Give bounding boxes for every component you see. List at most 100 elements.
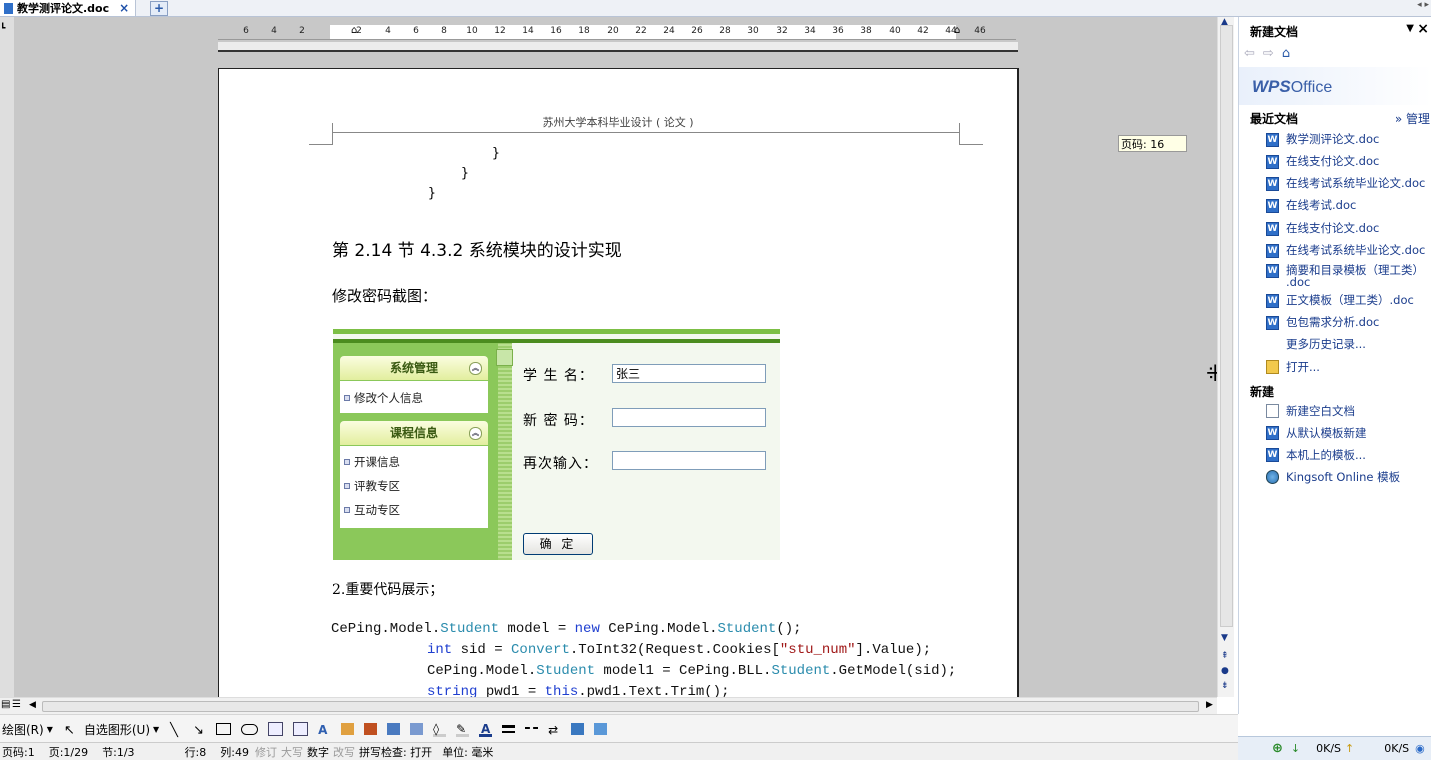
next-page-icon[interactable]: ⇟ [1221, 681, 1229, 691]
tab-stop-selector-icon[interactable]: ┗ [0, 24, 5, 34]
scroll-left-icon[interactable]: ◀ [29, 700, 36, 710]
tab-scroll-arrows-icon[interactable]: ◂ ▸ [1417, 0, 1429, 10]
ruler-tick-label: 32 [776, 26, 788, 36]
line-style-icon[interactable] [502, 725, 516, 733]
recent-document-link[interactable]: 在线支付论文.doc [1286, 220, 1379, 236]
recent-document-link[interactable]: 正文模板（理工类）.doc [1286, 292, 1414, 308]
autoshape-menu-button[interactable]: 自选图形(U) ▼ [84, 721, 159, 738]
new-from-default-template-link[interactable]: 从默认模板新建 [1286, 425, 1367, 441]
textbox-icon[interactable] [268, 722, 284, 736]
ruler-tick-label: 46 [974, 26, 986, 36]
arrow-style-icon[interactable]: ⇄ [548, 723, 561, 737]
normal-view-icon[interactable]: ▤ [1, 699, 10, 710]
recent-document-link[interactable]: 在线考试系统毕业论文.doc [1286, 175, 1425, 191]
document-tab[interactable]: 教学测评论文.doc × [0, 0, 137, 16]
label-student-name: 学 生 名： [523, 368, 594, 384]
image-icon[interactable] [410, 723, 424, 735]
embedded-screenshot[interactable]: 系统管理 ︽ 修改个人信息 课程信息 ︽ 开课信息 评教专区 互动专区 学 生 … [333, 329, 780, 560]
word-document-icon: W [1266, 264, 1279, 278]
scroll-down-icon[interactable]: ▼ [1221, 633, 1228, 643]
network-tray: ⊕ ↓ 0K/S ↑ 0K/S ◉ [1238, 736, 1431, 760]
home-icon[interactable]: ⌂ [1282, 46, 1290, 61]
ellipse-icon[interactable] [241, 723, 259, 735]
add-icon[interactable]: ⊕ [1272, 741, 1283, 756]
insert-picture-icon[interactable] [387, 723, 401, 735]
more-history-link[interactable]: 更多历史记录... [1286, 336, 1366, 352]
word-document-icon: W [1266, 133, 1279, 147]
word-document-icon: W [1266, 199, 1279, 213]
previous-page-icon[interactable]: ⇞ [1221, 651, 1229, 661]
shadow-icon[interactable] [571, 723, 585, 735]
code-token: .GetModel(sid); [830, 663, 957, 679]
forward-icon[interactable]: ⇨ [1263, 46, 1274, 61]
autoshape-menu-label: 自选图形(U) [83, 722, 151, 737]
wordart-icon[interactable]: A [318, 723, 331, 737]
new-blank-document-link[interactable]: 新建空白文档 [1286, 403, 1355, 419]
status-revise[interactable]: 修订 [255, 744, 277, 760]
recent-document-link-continued[interactable]: .doc [1286, 275, 1310, 289]
vertical-ruler [0, 17, 14, 697]
clipart-icon[interactable] [364, 723, 378, 735]
code-token: CePing.Model. [331, 621, 441, 637]
back-icon[interactable]: ⇦ [1244, 46, 1255, 61]
document-page[interactable]: 苏州大学本科毕业设计 ( 论文 ) } } } 第 2.14 节 4.3.2 系… [218, 68, 1019, 710]
line-color-icon[interactable]: ✎ [456, 722, 470, 737]
close-tab-icon[interactable]: × [119, 1, 129, 15]
status-overwrite[interactable]: 改写 [333, 744, 355, 760]
ruler-tick-label: 6 [243, 26, 249, 36]
horizontal-ruler[interactable]: 6 4 2 2 4 6 8 10 12 14 16 18 20 22 24 26 28 30 32 34 36 38 40 4… [218, 25, 1016, 40]
pane-menu-icon[interactable]: ▼ [1406, 23, 1414, 34]
code-line: CePing.Model.Student model1 = CePing.BLL… [427, 663, 956, 679]
recent-document-link[interactable]: 在线考试系统毕业论文.doc [1286, 242, 1425, 258]
logo-sub: Office [1290, 79, 1333, 96]
outline-view-icon[interactable]: ☰ [12, 699, 21, 710]
horizontal-scrollbar[interactable]: ▤ ☰ ◀ ▶ [0, 697, 1217, 714]
right-indent-marker-icon[interactable]: ⌂ [954, 25, 960, 36]
status-caps: 大写 [280, 745, 303, 759]
status-spellcheck[interactable]: 拼写检查: 打开 [359, 744, 432, 760]
select-pointer-icon[interactable]: ↖ [64, 723, 77, 738]
word-document-icon: W [1266, 294, 1279, 308]
rectangle-icon[interactable] [216, 723, 232, 735]
fill-color-icon[interactable]: ◊ [433, 722, 447, 737]
arrow-icon[interactable]: ↘ [193, 723, 206, 738]
code-token: new [574, 621, 600, 637]
label-repeat-password: 再次输入： [523, 456, 598, 472]
browse-object-icon[interactable]: ● [1221, 666, 1229, 676]
horizontal-scroll-thumb[interactable] [42, 701, 1199, 712]
logo-main: WPS [1252, 77, 1291, 96]
code-token: Student [536, 663, 596, 679]
ruler-tick-label: 12 [494, 26, 506, 36]
recent-document-link[interactable]: 包包需求分析.doc [1286, 314, 1379, 330]
dash-style-icon[interactable] [525, 727, 539, 731]
indent-marker-icon[interactable]: ⌂ [351, 25, 357, 36]
font-color-icon[interactable]: A [479, 722, 493, 737]
code-token: model1 = CePing.BLL. [595, 663, 772, 679]
status-unit[interactable]: 单位: 毫米 [442, 744, 493, 760]
recent-document-link[interactable]: 在线支付论文.doc [1286, 153, 1379, 169]
vertical-textbox-icon[interactable] [293, 722, 309, 736]
open-link[interactable]: 打开... [1286, 359, 1320, 375]
pane-close-icon[interactable]: × [1417, 21, 1429, 37]
scroll-right-icon[interactable]: ▶ [1206, 700, 1213, 710]
panel-title: 课程信息 [389, 426, 438, 440]
code-token: .ToInt32(Request.Cookies[ [569, 642, 780, 658]
code-token: model = [499, 621, 575, 637]
student-name-field: 张三 [612, 364, 766, 383]
3d-style-icon[interactable] [594, 723, 608, 735]
kingsoft-online-templates-link[interactable]: Kingsoft Online 模板 [1286, 469, 1400, 485]
vertical-scroll-thumb[interactable] [1220, 25, 1233, 627]
panel-item: 修改个人信息 [344, 391, 423, 405]
draw-menu-button[interactable]: 绘图(R) ▼ [2, 721, 53, 738]
recent-document-link[interactable]: 教学测评论文.doc [1286, 131, 1379, 147]
vertical-scrollbar[interactable]: ▲ ▼ ⇞ ● ⇟ [1217, 17, 1234, 697]
manage-link[interactable]: » 管理 [1395, 110, 1430, 127]
local-templates-link[interactable]: 本机上的模板... [1286, 447, 1366, 463]
new-tab-button[interactable]: + [150, 1, 168, 16]
network-monitor-icon[interactable]: ◉ [1415, 742, 1425, 755]
document-tab-bar: 教学测评论文.doc × + ◂ ▸ [0, 0, 1431, 17]
recent-document-link[interactable]: 在线考试.doc [1286, 197, 1356, 213]
code-brace: } [492, 146, 500, 161]
diagram-icon[interactable] [341, 723, 355, 735]
line-icon[interactable]: ╲ [170, 723, 183, 738]
